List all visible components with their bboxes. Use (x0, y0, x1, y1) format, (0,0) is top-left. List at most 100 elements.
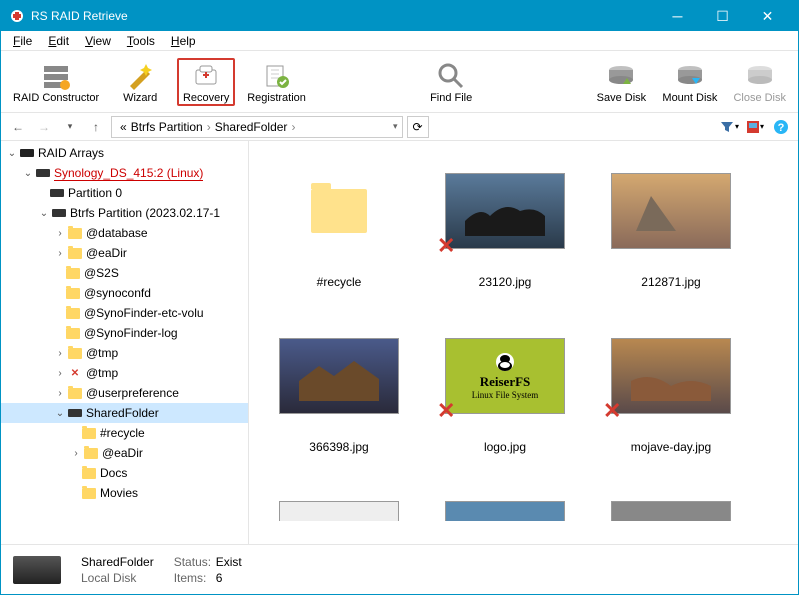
folder-icon (83, 445, 99, 461)
folder-tree[interactable]: ⌄RAID Arrays ⌄Synology_DS_415:2 (Linux) … (1, 141, 249, 544)
tool-label: Save Disk (597, 92, 647, 104)
tree-item[interactable]: @SynoFinder-log (1, 323, 248, 343)
menu-tools[interactable]: Tools (119, 33, 163, 49)
wizard-icon (124, 60, 156, 92)
recovery-button[interactable]: Recovery (177, 58, 235, 106)
help-button[interactable]: ? (770, 116, 792, 138)
file-name: #recycle (317, 275, 362, 289)
tree-item[interactable]: #recycle (1, 423, 248, 443)
registration-button[interactable]: Registration (243, 58, 310, 106)
tree-item[interactable]: @SynoFinder-etc-volu (1, 303, 248, 323)
tree-synology[interactable]: ⌄Synology_DS_415:2 (Linux) (1, 163, 248, 183)
deleted-mark-icon: ✕ (437, 398, 455, 424)
deleted-folder-icon: ✕ (67, 365, 83, 381)
chevron-down-icon[interactable]: ▾ (393, 121, 398, 132)
tree-btrfs[interactable]: ⌄Btrfs Partition (2023.02.17-1 (1, 203, 248, 223)
file-view[interactable]: #recycle ✕ 23120.jpg 212871.jpg 366398.j… (249, 141, 798, 544)
folder-icon (67, 225, 83, 241)
menu-help[interactable]: Help (163, 33, 204, 49)
logo-text1: ReiserFS (480, 374, 531, 390)
file-item-folder[interactable]: #recycle (259, 161, 419, 316)
status-value: Exist (216, 555, 242, 569)
status-label: Status: (174, 555, 216, 569)
drive-icon (67, 405, 83, 421)
search-icon (435, 60, 467, 92)
chevron-right-icon: › (207, 120, 211, 134)
menubar: File Edit View Tools Help (1, 31, 798, 51)
tree-item[interactable]: @S2S (1, 263, 248, 283)
tree-item[interactable]: ›@eaDir (1, 243, 248, 263)
minimize-button[interactable]: ─ (655, 1, 700, 31)
image-thumbnail (445, 501, 565, 521)
history-dropdown[interactable]: ▾ (59, 116, 81, 138)
mount-disk-button[interactable]: Mount Disk (658, 58, 721, 106)
folder-icon (65, 285, 81, 301)
status-bar: SharedFolder Local Disk Status:Exist Ite… (1, 544, 798, 594)
file-item-image[interactable] (259, 491, 419, 521)
close-disk-icon (744, 60, 776, 92)
refresh-button[interactable]: ⟳ (407, 116, 429, 138)
up-button[interactable]: ↑ (85, 116, 107, 138)
file-item-image[interactable]: 366398.jpg (259, 326, 419, 481)
forward-button[interactable]: → (33, 116, 55, 138)
folder-icon (67, 245, 83, 261)
drive-icon (49, 185, 65, 201)
bc-seg2[interactable]: SharedFolder (215, 120, 288, 134)
tree-item[interactable]: Movies (1, 483, 248, 503)
folder-icon (65, 265, 81, 281)
drive-icon (13, 556, 61, 584)
save-disk-icon (605, 60, 637, 92)
tree-item-deleted[interactable]: ›✕@tmp (1, 363, 248, 383)
folder-icon (65, 325, 81, 341)
raid-constructor-icon (40, 60, 72, 92)
tree-item[interactable]: ›@userpreference (1, 383, 248, 403)
tree-root[interactable]: ⌄RAID Arrays (1, 143, 248, 163)
deleted-mark-icon: ✕ (603, 398, 621, 424)
tool-label: Wizard (123, 92, 157, 104)
file-item-image[interactable] (591, 491, 751, 521)
file-name: 23120.jpg (479, 275, 532, 289)
toolbar: RAID Constructor Wizard Recovery Registr… (1, 51, 798, 113)
drive-icon (35, 165, 51, 181)
view-mode-button[interactable]: ▾ (744, 116, 766, 138)
tool-label: Registration (247, 92, 306, 104)
close-disk-button[interactable]: Close Disk (729, 58, 790, 106)
back-button[interactable]: ← (7, 116, 29, 138)
breadcrumb[interactable]: « Btrfs Partition › SharedFolder › ▾ (111, 116, 403, 138)
recovery-icon (190, 60, 222, 92)
tree-item[interactable]: Docs (1, 463, 248, 483)
folder-icon (279, 171, 399, 251)
tool-label: Mount Disk (662, 92, 717, 104)
close-button[interactable]: ✕ (745, 1, 790, 31)
registration-icon (261, 60, 293, 92)
tree-sharedfolder[interactable]: ⌄SharedFolder (1, 403, 248, 423)
file-item-image[interactable]: ReiserFS Linux File System ✕ logo.jpg (425, 326, 585, 481)
image-thumbnail: ✕ (611, 336, 731, 416)
folder-icon (81, 425, 97, 441)
file-item-image[interactable]: 212871.jpg (591, 161, 751, 316)
filter-button[interactable]: ▾ (718, 116, 740, 138)
tool-label: Recovery (183, 92, 229, 104)
menu-view[interactable]: View (77, 33, 119, 49)
menu-file[interactable]: File (5, 33, 40, 49)
tree-partition0[interactable]: Partition 0 (1, 183, 248, 203)
drive-icon (51, 205, 67, 221)
image-thumbnail (279, 336, 399, 416)
file-item-image[interactable]: ✕ 23120.jpg (425, 161, 585, 316)
tool-label: Find File (430, 92, 472, 104)
tree-item[interactable]: ›@eaDir (1, 443, 248, 463)
wizard-button[interactable]: Wizard (111, 58, 169, 106)
menu-edit[interactable]: Edit (40, 33, 77, 49)
bc-prefix: « (120, 120, 127, 134)
raid-constructor-button[interactable]: RAID Constructor (9, 58, 103, 106)
file-item-image[interactable] (425, 491, 585, 521)
tree-item[interactable]: ›@tmp (1, 343, 248, 363)
folder-icon (67, 345, 83, 361)
tree-item[interactable]: ›@database (1, 223, 248, 243)
maximize-button[interactable]: ☐ (700, 1, 745, 31)
save-disk-button[interactable]: Save Disk (592, 58, 650, 106)
file-item-image[interactable]: ✕ mojave-day.jpg (591, 326, 751, 481)
find-file-button[interactable]: Find File (422, 58, 480, 106)
bc-seg1[interactable]: Btrfs Partition (131, 120, 203, 134)
tree-item[interactable]: @synoconfd (1, 283, 248, 303)
